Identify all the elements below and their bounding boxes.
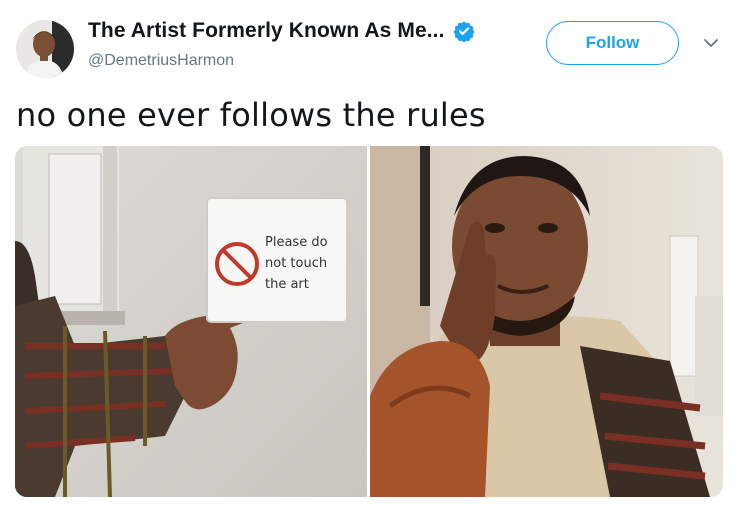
follow-button[interactable]: Follow — [546, 21, 679, 65]
tweet-text: no one ever follows the rules — [16, 96, 486, 134]
sign-line-3: the art — [265, 277, 309, 292]
author-handle[interactable]: @DemetriusHarmon — [88, 52, 234, 70]
avatar[interactable] — [16, 20, 74, 78]
sign-line-2: not touch — [265, 256, 327, 271]
chevron-down-icon[interactable] — [703, 37, 719, 49]
profile-photo-icon — [16, 20, 74, 78]
tweet-header: The Artist Formerly Known As Me... @Deme… — [0, 0, 741, 80]
author-name-row: The Artist Formerly Known As Me... — [88, 19, 475, 43]
verified-badge-icon — [452, 21, 475, 42]
author-display-name[interactable]: The Artist Formerly Known As Me... — [88, 19, 445, 43]
selfie-photo — [370, 146, 723, 497]
museum-sign-photo: Please do not touch the art — [15, 146, 367, 497]
sign-line-1: Please do — [265, 235, 328, 250]
media-photo-left[interactable]: Please do not touch the art — [15, 146, 367, 497]
media-photo-right[interactable] — [370, 146, 723, 497]
